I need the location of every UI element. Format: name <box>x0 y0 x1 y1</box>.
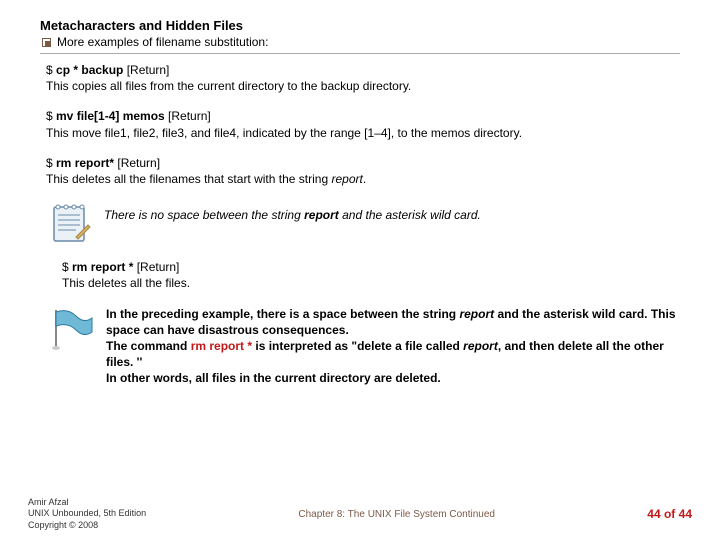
example-2: $ mv file[1-4] memos [Return] This move … <box>46 108 680 140</box>
example-desc: This deletes all the filenames that star… <box>46 171 680 187</box>
example-desc: This deletes all the files. <box>62 275 680 291</box>
footer-chapter: Chapter 8: The UNIX File System Continue… <box>146 509 647 520</box>
note-text: There is no space between the string rep… <box>104 201 481 223</box>
footer-copyright: Copyright © 2008 <box>28 520 146 531</box>
example-3: $ rm report* [Return] This deletes all t… <box>46 155 680 187</box>
return-key: [Return] <box>165 109 211 123</box>
command-text: cp * backup <box>56 63 123 77</box>
square-bullet-icon <box>42 38 51 47</box>
bullet-text: More examples of filename substitution: <box>57 35 268 49</box>
slide-title: Metacharacters and Hidden Files <box>40 18 680 33</box>
command-text: rm report * <box>72 260 133 274</box>
divider <box>40 53 680 54</box>
footer-author: Amir Afzal <box>28 497 146 508</box>
page-number: 44 of 44 <box>647 507 692 521</box>
footer-book: UNIX Unbounded, 5th Edition <box>28 508 146 519</box>
example-4: $ rm report * [Return] This deletes all … <box>62 259 680 291</box>
prompt: $ <box>46 109 56 123</box>
footer: Amir Afzal UNIX Unbounded, 5th Edition C… <box>0 496 720 540</box>
warning-block: In the preceding example, there is a spa… <box>46 306 680 387</box>
return-key: [Return] <box>114 156 160 170</box>
warning-text: In the preceding example, there is a spa… <box>106 306 680 387</box>
bullet-row: More examples of filename substitution: <box>42 35 680 49</box>
example-desc: This copies all files from the current d… <box>46 78 680 94</box>
return-key: [Return] <box>133 260 179 274</box>
command-text: rm report* <box>56 156 114 170</box>
note-block: There is no space between the string rep… <box>46 201 680 245</box>
return-key: [Return] <box>123 63 169 77</box>
flag-icon <box>46 306 96 352</box>
prompt: $ <box>62 260 72 274</box>
prompt: $ <box>46 63 56 77</box>
command-text: mv file[1-4] memos <box>56 109 165 123</box>
prompt: $ <box>46 156 56 170</box>
example-1: $ cp * backup [Return] This copies all f… <box>46 62 680 94</box>
notepad-icon <box>46 201 94 245</box>
example-desc: This move file1, file2, file3, and file4… <box>46 125 680 141</box>
footer-left: Amir Afzal UNIX Unbounded, 5th Edition C… <box>28 497 146 531</box>
